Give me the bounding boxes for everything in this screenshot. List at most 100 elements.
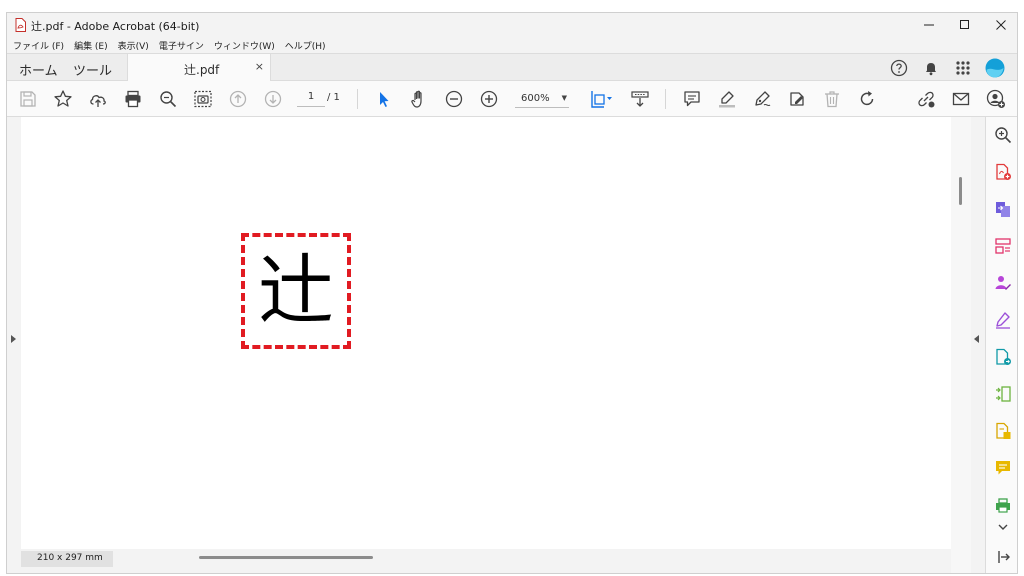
menu-file[interactable]: ファイル (F) xyxy=(13,39,64,52)
comment-icon xyxy=(684,91,700,107)
share-link-icon xyxy=(918,91,935,108)
bell-icon xyxy=(926,63,936,76)
bookmark-button[interactable] xyxy=(52,88,74,110)
collapse-panel-icon xyxy=(998,551,1010,563)
account-button[interactable] xyxy=(985,58,1005,78)
snapshot-icon xyxy=(194,90,212,108)
menu-bar: ファイル (F) 編集 (E) 表示(V) 電子サイン ウィンドウ(W) ヘルプ… xyxy=(7,37,1017,53)
right-panel-toggle[interactable] xyxy=(971,117,985,573)
zoom-out-button[interactable] xyxy=(443,88,465,110)
highlight-box: 辻 xyxy=(241,233,351,349)
scroll-mode-icon xyxy=(631,91,649,107)
draw-button[interactable] xyxy=(751,88,773,110)
send-pdf-button[interactable] xyxy=(993,347,1013,367)
zoom-in-button[interactable] xyxy=(478,88,500,110)
menu-view[interactable]: 表示(V) xyxy=(118,39,149,52)
page-number-input[interactable]: 1 xyxy=(297,91,325,107)
pdf-page[interactable]: 辻 xyxy=(21,117,951,549)
select-cursor-icon xyxy=(380,92,389,107)
tab-close-button[interactable]: × xyxy=(255,60,264,73)
vertical-scrollbar-thumb[interactable] xyxy=(959,177,962,205)
create-pdf-button[interactable] xyxy=(993,162,1013,182)
export-pdf-icon xyxy=(996,202,1010,217)
document-viewer: 辻 210 x 297 mm xyxy=(7,117,971,573)
print-production-button[interactable] xyxy=(993,495,1013,515)
tab-home[interactable]: ホーム xyxy=(19,60,58,79)
create-pdf-icon xyxy=(996,163,1011,180)
status-bar: 210 x 297 mm xyxy=(21,549,951,573)
comment-tool-button[interactable] xyxy=(993,458,1013,478)
pdf-app-icon xyxy=(15,18,26,32)
minimize-icon xyxy=(924,24,934,26)
save-icon xyxy=(20,91,36,107)
share-link-button[interactable] xyxy=(915,88,937,110)
apps-button[interactable] xyxy=(953,58,973,78)
zoom-level-value: 600% xyxy=(521,93,550,104)
apps-grid-icon xyxy=(956,61,970,75)
menu-window[interactable]: ウィンドウ(W) xyxy=(214,39,275,52)
help-button[interactable] xyxy=(889,58,909,78)
horizontal-scrollbar-thumb[interactable] xyxy=(199,556,373,559)
expand-right-icon xyxy=(11,335,16,343)
export-pdf-button[interactable] xyxy=(993,199,1013,219)
page-glyph: 辻 xyxy=(258,246,334,335)
request-signature-icon xyxy=(995,276,1011,290)
stamp-button[interactable] xyxy=(786,88,808,110)
select-tool-button[interactable] xyxy=(373,88,395,110)
organize-pages-button[interactable] xyxy=(993,236,1013,256)
cloud-upload-icon xyxy=(90,95,106,107)
print-button[interactable] xyxy=(122,88,144,110)
print-icon xyxy=(125,90,141,108)
menu-edit[interactable]: 編集 (E) xyxy=(74,39,108,52)
main-toolbar: 1 / 1 600% ▼ xyxy=(7,81,1017,117)
upload-button[interactable] xyxy=(87,88,109,110)
tab-document[interactable]: 辻.pdf × xyxy=(127,54,271,82)
page-down-icon xyxy=(264,90,282,108)
zoom-level-select[interactable]: 600% ▼ xyxy=(515,91,569,108)
find-button[interactable] xyxy=(157,88,179,110)
tab-document-label: 辻.pdf xyxy=(184,63,220,77)
compress-pdf-button[interactable] xyxy=(993,384,1013,404)
chevron-down-icon: ▼ xyxy=(561,94,567,102)
window-title: 辻.pdf - Adobe Acrobat (64-bit) xyxy=(31,20,200,33)
previous-page-button[interactable] xyxy=(227,88,249,110)
title-bar: 辻.pdf - Adobe Acrobat (64-bit) xyxy=(7,13,1017,37)
next-page-button[interactable] xyxy=(262,88,284,110)
close-window-button[interactable] xyxy=(983,13,1017,37)
avatar-icon xyxy=(985,58,1005,78)
comment-panel-icon xyxy=(996,461,1010,475)
notifications-button[interactable] xyxy=(921,58,941,78)
edit-pdf-button[interactable] xyxy=(993,421,1013,441)
share-with-people-button[interactable] xyxy=(985,88,1007,110)
menu-help[interactable]: ヘルプ(H) xyxy=(285,39,326,52)
snapshot-button[interactable] xyxy=(192,88,214,110)
vertical-scrollbar[interactable] xyxy=(951,117,971,573)
maximize-icon xyxy=(960,20,969,29)
fill-sign-button[interactable] xyxy=(993,310,1013,330)
hand-tool-button[interactable] xyxy=(408,88,430,110)
email-button[interactable] xyxy=(950,88,972,110)
email-icon xyxy=(952,92,970,106)
save-button[interactable] xyxy=(17,88,39,110)
left-panel-toggle[interactable] xyxy=(7,117,21,573)
compress-pdf-icon xyxy=(996,386,1011,402)
menu-e-sign[interactable]: 電子サイン xyxy=(159,39,204,52)
highlight-button[interactable] xyxy=(716,88,738,110)
zoom-tool-button[interactable] xyxy=(993,125,1013,145)
page-total: / 1 xyxy=(327,92,340,103)
fit-page-button[interactable] xyxy=(587,88,615,110)
tab-tools[interactable]: ツール xyxy=(73,60,112,79)
more-tools-button[interactable] xyxy=(993,517,1013,537)
print-production-icon xyxy=(996,498,1010,513)
delete-icon xyxy=(825,91,839,108)
request-signature-button[interactable] xyxy=(993,273,1013,293)
highlight-icon xyxy=(719,91,735,108)
scroll-mode-button[interactable] xyxy=(629,88,651,110)
minimize-button[interactable] xyxy=(911,13,947,37)
rotate-button[interactable] xyxy=(856,88,878,110)
maximize-button[interactable] xyxy=(947,13,983,37)
delete-button[interactable] xyxy=(821,88,843,110)
collapse-tools-pane-button[interactable] xyxy=(993,547,1013,567)
comment-button[interactable] xyxy=(681,88,703,110)
add-user-icon xyxy=(986,89,1005,108)
